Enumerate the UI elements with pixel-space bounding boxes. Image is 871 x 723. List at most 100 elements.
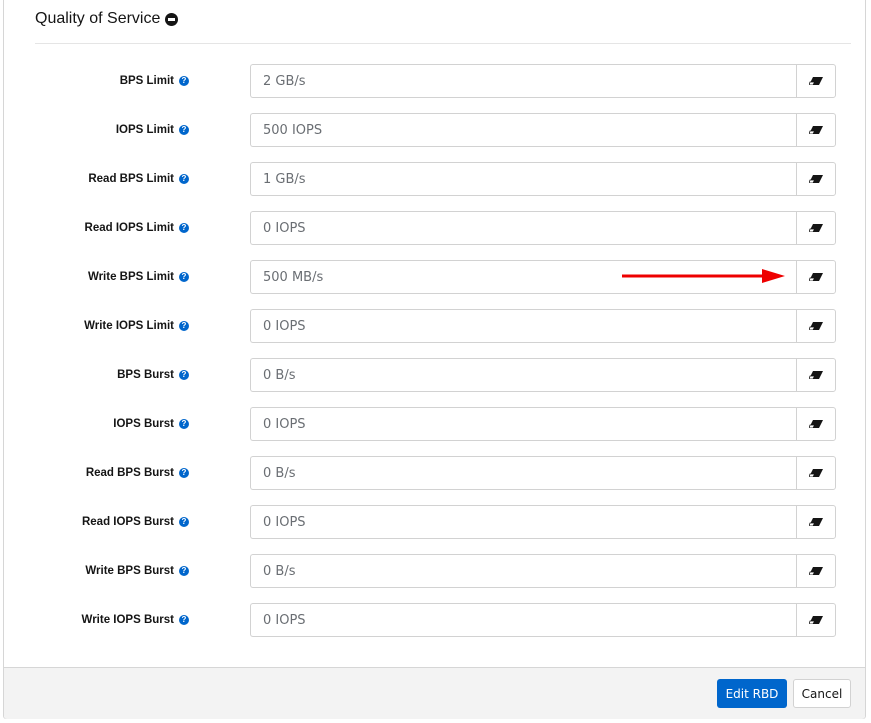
field-label-text: Read IOPS Limit — [84, 222, 174, 234]
field-label: Write BPS Limit? — [88, 260, 189, 294]
field-label: Write IOPS Burst? — [82, 603, 189, 637]
form-row: BPS Limit? 2 GB/s — [0, 64, 871, 98]
qos-input[interactable]: 2 GB/s — [250, 64, 796, 98]
cancel-button[interactable]: Cancel — [793, 679, 851, 708]
input-group: 0 B/s — [250, 554, 836, 588]
clear-button[interactable] — [796, 309, 836, 343]
qos-input[interactable]: 0 IOPS — [250, 211, 796, 245]
field-label-text: Write BPS Burst — [85, 565, 174, 577]
input-group: 2 GB/s — [250, 64, 836, 98]
field-label: Read BPS Burst? — [86, 456, 189, 490]
help-icon[interactable]: ? — [179, 223, 189, 233]
help-icon[interactable]: ? — [179, 125, 189, 135]
field-label: Write IOPS Limit? — [84, 309, 189, 343]
field-label: IOPS Limit? — [116, 113, 189, 147]
field-label: BPS Burst? — [117, 358, 189, 392]
input-group: 0 IOPS — [250, 211, 836, 245]
qos-input[interactable]: 0 B/s — [250, 358, 796, 392]
clear-button[interactable] — [796, 505, 836, 539]
clear-button[interactable] — [796, 211, 836, 245]
field-label: IOPS Burst? — [113, 407, 189, 441]
help-icon[interactable]: ? — [179, 566, 189, 576]
qos-input[interactable]: 0 IOPS — [250, 505, 796, 539]
input-group: 1 GB/s — [250, 162, 836, 196]
field-label: Read IOPS Burst? — [82, 505, 189, 539]
qos-input[interactable]: 0 B/s — [250, 554, 796, 588]
input-group: 0 IOPS — [250, 603, 836, 637]
clear-button[interactable] — [796, 162, 836, 196]
qos-input[interactable]: 0 IOPS — [250, 603, 796, 637]
form-row: IOPS Limit? 500 IOPS — [0, 113, 871, 147]
clear-button[interactable] — [796, 407, 836, 441]
field-label-text: Write IOPS Limit — [84, 320, 174, 332]
qos-input[interactable]: 500 IOPS — [250, 113, 796, 147]
eraser-icon — [809, 273, 823, 281]
input-group: 0 B/s — [250, 456, 836, 490]
red-arrow-annotation — [622, 269, 785, 283]
help-icon[interactable]: ? — [179, 272, 189, 282]
minus-circle-icon[interactable] — [165, 12, 179, 26]
eraser-icon — [809, 420, 823, 428]
clear-button[interactable] — [796, 603, 836, 637]
section-title: Quality of Service — [35, 10, 161, 27]
qos-input[interactable]: 1 GB/s — [250, 162, 796, 196]
eraser-icon — [809, 322, 823, 330]
help-icon[interactable]: ? — [179, 419, 189, 429]
form-row: Write IOPS Burst? 0 IOPS — [0, 603, 871, 637]
section-header[interactable]: Quality of Service — [35, 10, 179, 28]
qos-input[interactable]: 0 B/s — [250, 456, 796, 490]
field-label-text: Write IOPS Burst — [81, 614, 174, 626]
help-icon[interactable]: ? — [179, 517, 189, 527]
field-label-text: BPS Burst — [117, 369, 174, 381]
divider — [35, 43, 851, 44]
form-row: BPS Burst? 0 B/s — [0, 358, 871, 392]
help-icon[interactable]: ? — [179, 76, 189, 86]
clear-button[interactable] — [796, 358, 836, 392]
form-row: IOPS Burst? 0 IOPS — [0, 407, 871, 441]
field-label-text: Write BPS Limit — [87, 271, 174, 283]
field-label-text: Read IOPS Burst — [81, 516, 174, 528]
input-group: 0 B/s — [250, 358, 836, 392]
field-label: Read BPS Limit? — [88, 162, 189, 196]
form-row: Write BPS Burst? 0 B/s — [0, 554, 871, 588]
clear-button[interactable] — [796, 260, 836, 294]
field-label: Read IOPS Limit? — [85, 211, 189, 245]
field-label: Write BPS Burst? — [85, 554, 189, 588]
eraser-icon — [809, 567, 823, 575]
input-group: 500 IOPS — [250, 113, 836, 147]
field-label-text: Read BPS Burst — [85, 467, 174, 479]
help-icon[interactable]: ? — [179, 468, 189, 478]
clear-button[interactable] — [796, 554, 836, 588]
clear-button[interactable] — [796, 113, 836, 147]
eraser-icon — [809, 469, 823, 477]
eraser-icon — [809, 371, 823, 379]
eraser-icon — [809, 77, 823, 85]
edit-rbd-button[interactable]: Edit RBD — [717, 679, 787, 708]
clear-button[interactable] — [796, 456, 836, 490]
form-row: Read BPS Limit? 1 GB/s — [0, 162, 871, 196]
input-group: 0 IOPS — [250, 407, 836, 441]
eraser-icon — [809, 616, 823, 624]
input-group: 0 IOPS — [250, 505, 836, 539]
form-row: Write IOPS Limit? 0 IOPS — [0, 309, 871, 343]
help-icon[interactable]: ? — [179, 321, 189, 331]
help-icon[interactable]: ? — [179, 615, 189, 625]
field-label-text: BPS Limit — [119, 75, 174, 87]
form-row: Read BPS Burst? 0 B/s — [0, 456, 871, 490]
field-label: BPS Limit? — [120, 64, 189, 98]
field-label-text: IOPS Burst — [113, 418, 174, 430]
input-group: 0 IOPS — [250, 309, 836, 343]
qos-input[interactable]: 0 IOPS — [250, 309, 796, 343]
eraser-icon — [809, 224, 823, 232]
clear-button[interactable] — [796, 64, 836, 98]
help-icon[interactable]: ? — [179, 174, 189, 184]
qos-input[interactable]: 0 IOPS — [250, 407, 796, 441]
eraser-icon — [809, 518, 823, 526]
field-label-text: Read BPS Limit — [88, 173, 174, 185]
field-label-text: IOPS Limit — [115, 124, 174, 136]
form-row: Read IOPS Burst? 0 IOPS — [0, 505, 871, 539]
help-icon[interactable]: ? — [179, 370, 189, 380]
eraser-icon — [809, 175, 823, 183]
eraser-icon — [809, 126, 823, 134]
form-row: Read IOPS Limit? 0 IOPS — [0, 211, 871, 245]
